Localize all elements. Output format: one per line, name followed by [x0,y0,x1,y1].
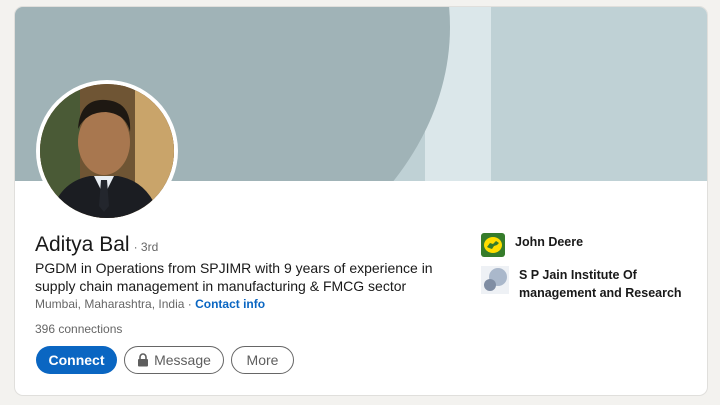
org-current-company[interactable]: John Deere [481,233,680,257]
connect-label: Connect [48,352,105,368]
org-name: S P Jain Institute Of management and Res… [519,268,682,300]
profile-location: Mumbai, Maharashtra, India [35,297,185,311]
sp-jain-logo-icon [481,266,509,294]
connection-degree: · 3rd [133,240,159,254]
connect-button[interactable]: Connect [36,346,117,374]
profile-name: Aditya Bal [35,233,130,256]
connections-count[interactable]: 396 connections [35,322,122,336]
lock-icon [137,353,149,367]
profile-photo[interactable] [40,84,174,218]
contact-info-link[interactable]: Contact info [195,297,265,311]
message-button[interactable]: Message [124,346,224,374]
profile-card: Aditya Bal · 3rd PGDM in Operations from… [15,7,707,395]
profile-headline: PGDM in Operations from SPJIMR with 9 ye… [35,260,433,294]
john-deere-logo-icon [481,233,505,257]
org-name: John Deere [515,235,584,249]
more-button[interactable]: More [231,346,294,374]
profile-photo-image [40,84,174,218]
org-education[interactable]: S P Jain Institute Of management and Res… [481,266,684,302]
name-row: Aditya Bal · 3rd [35,233,158,257]
message-label: Message [154,352,211,368]
location-row: Mumbai, Maharashtra, India · Contact inf… [35,297,265,311]
more-label: More [246,352,279,368]
profile-photo-frame[interactable] [36,80,178,222]
separator-dot: · [187,297,192,311]
